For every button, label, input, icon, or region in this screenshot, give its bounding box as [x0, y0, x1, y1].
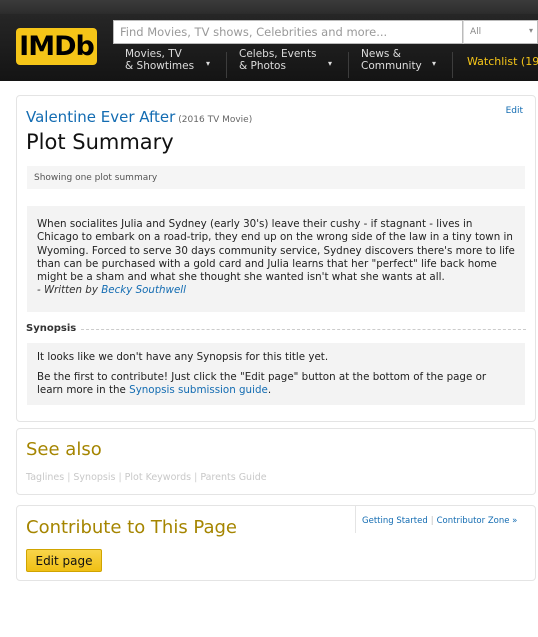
- link-separator: |: [67, 472, 71, 483]
- showing-count-bar: Showing one plot summary: [27, 166, 525, 189]
- see-also-link-parents-guide[interactable]: Parents Guide: [200, 472, 266, 483]
- nav-celebs-events[interactable]: Celebs, Events & Photos ▾: [239, 48, 332, 78]
- see-also-title: See also: [26, 439, 102, 460]
- link-separator: |: [430, 516, 434, 526]
- navbar: IMDb All ▾ Movies, TV & Showtimes ▾ Cele…: [0, 14, 538, 81]
- see-also-link-synopsis[interactable]: Synopsis: [73, 472, 115, 483]
- see-also-link-taglines[interactable]: Taglines: [26, 472, 64, 483]
- synopsis-empty-message: It looks like we don't have any Synopsis…: [37, 351, 329, 363]
- plot-summary-card: Valentine Ever After (2016 TV Movie) Edit…: [16, 95, 536, 422]
- edit-link[interactable]: Edit: [506, 106, 523, 116]
- search-input[interactable]: [114, 21, 462, 43]
- top-strip: [0, 0, 538, 14]
- link-separator: |: [118, 472, 122, 483]
- watchlist-link[interactable]: Watchlist (19: [467, 55, 538, 68]
- written-by-prefix: - Written by: [37, 284, 98, 297]
- author-link[interactable]: Becky Southwell: [101, 284, 186, 296]
- getting-started-link[interactable]: Getting Started: [362, 516, 428, 526]
- nav-news-line2: Community: [361, 60, 422, 72]
- synopsis-guide-link[interactable]: Synopsis submission guide: [129, 384, 268, 396]
- search-box[interactable]: [113, 20, 463, 44]
- synopsis-contribute-suffix: .: [267, 384, 272, 396]
- movie-title-meta: (2016 TV Movie): [178, 115, 253, 125]
- nav-movies-tv-line1: Movies, TV: [125, 48, 182, 60]
- imdb-logo[interactable]: IMDb: [16, 28, 97, 65]
- nav-news-line1: News &: [361, 48, 401, 60]
- contribute-title: Contribute to This Page: [26, 517, 238, 538]
- synopsis-contribute-message: Be the first to contribute! Just click t…: [37, 371, 515, 398]
- nav-movies-tv[interactable]: Movies, TV & Showtimes ▾: [125, 48, 210, 78]
- nav-news-community[interactable]: News & Community ▾: [361, 48, 436, 78]
- see-also-link-plot-keywords[interactable]: Plot Keywords: [125, 472, 191, 483]
- chevron-down-icon: ▾: [528, 26, 533, 35]
- see-also-links: Taglines | Synopsis | Plot Keywords | Parents …: [26, 472, 267, 483]
- synopsis-heading: Synopsis: [26, 323, 77, 334]
- chevron-down-icon: ▾: [206, 59, 211, 68]
- plot-summary-text: When socialites Julia and Sydney (early …: [37, 218, 515, 284]
- chevron-down-icon: ▾: [432, 59, 437, 68]
- contribute-links: Getting Started | Contributor Zone »: [355, 506, 517, 533]
- nav-divider: [348, 52, 349, 78]
- nav-movies-tv-line2: & Showtimes: [125, 60, 195, 72]
- synopsis-divider: [81, 329, 526, 330]
- movie-title-link[interactable]: Valentine Ever After: [26, 108, 175, 126]
- title-heading: Valentine Ever After (2016 TV Movie): [26, 108, 252, 126]
- link-separator: |: [194, 472, 198, 483]
- edit-page-button[interactable]: Edit page: [26, 549, 102, 572]
- chevron-down-icon: ▾: [328, 59, 333, 68]
- search-category-select[interactable]: All ▾: [463, 20, 538, 44]
- synopsis-box: It looks like we don't have any Synopsis…: [27, 343, 525, 405]
- page-title: Plot Summary: [26, 130, 174, 154]
- nav-divider: [226, 52, 227, 78]
- contribute-card: Contribute to This Page Getting Started |…: [16, 505, 536, 581]
- written-by: - Written by Becky Southwell: [37, 284, 515, 297]
- search-category-value: All: [470, 27, 482, 37]
- contributor-zone-link[interactable]: Contributor Zone »: [437, 516, 518, 526]
- see-also-card: See also Taglines | Synopsis | Plot Keywords…: [16, 428, 536, 495]
- nav-celebs-line1: Celebs, Events: [239, 48, 317, 60]
- nav-celebs-line2: & Photos: [239, 60, 286, 72]
- plot-summary-text-box: When socialites Julia and Sydney (early …: [27, 206, 525, 312]
- nav-divider: [452, 52, 453, 78]
